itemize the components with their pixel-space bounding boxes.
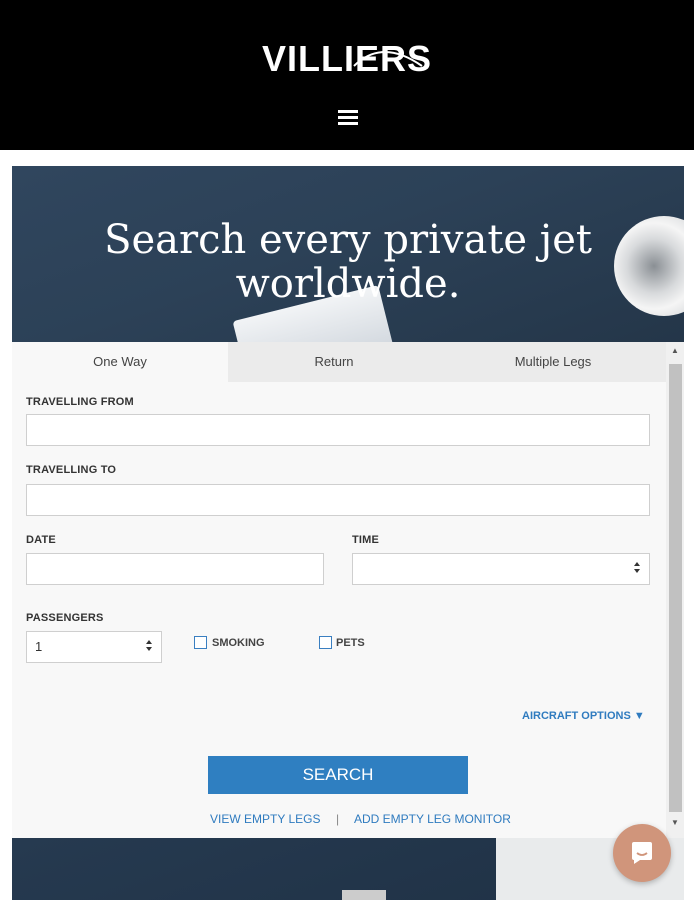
hero-title-line-1: Search every private jet xyxy=(104,217,592,263)
bottom-hero-image xyxy=(12,838,684,900)
smoking-label[interactable]: SMOKING xyxy=(212,637,265,649)
travelling-from-input[interactable] xyxy=(26,414,650,446)
hero-banner: Search every private jet worldwide. xyxy=(12,166,684,342)
travelling-from-label: TRAVELLING FROM xyxy=(26,396,134,408)
site-header: VILLIERS xyxy=(0,0,694,150)
pets-checkbox[interactable] xyxy=(319,636,332,649)
trip-type-tabs: One Way Return Multiple Legs xyxy=(12,342,666,382)
aircraft-options-toggle[interactable]: AIRCRAFT OPTIONS ▼ xyxy=(522,710,645,722)
search-form-panel: One Way Return Multiple Legs ▲ ▼ TRAVELL… xyxy=(12,342,684,838)
scrollbar[interactable]: ▲ ▼ xyxy=(666,342,684,838)
scroll-up-arrow-icon[interactable]: ▲ xyxy=(666,346,684,358)
date-input[interactable] xyxy=(26,553,324,585)
chat-launcher-button[interactable] xyxy=(613,824,671,882)
chat-bubble-icon xyxy=(632,842,652,864)
select-arrows-icon xyxy=(633,562,641,576)
date-label: DATE xyxy=(26,534,56,546)
scrollbar-thumb[interactable] xyxy=(669,364,682,812)
hero-title-line-2: worldwide. xyxy=(235,261,461,307)
time-label: TIME xyxy=(352,534,380,546)
time-select[interactable] xyxy=(352,553,650,585)
passengers-select[interactable]: 1 xyxy=(26,631,162,663)
tab-return[interactable]: Return xyxy=(228,342,440,382)
link-separator: | xyxy=(336,812,340,826)
passengers-label: PASSENGERS xyxy=(26,612,104,624)
view-empty-legs-link[interactable]: VIEW EMPTY LEGS xyxy=(210,812,320,826)
jet-window-image xyxy=(342,890,386,900)
select-arrows-icon xyxy=(145,640,153,654)
logo-swoosh-icon xyxy=(353,51,423,67)
search-button[interactable]: SEARCH xyxy=(208,756,468,794)
smoking-checkbox[interactable] xyxy=(194,636,207,649)
travelling-to-label: TRAVELLING TO xyxy=(26,464,117,476)
travelling-to-input[interactable] xyxy=(26,484,650,516)
villiers-logo[interactable]: VILLIERS xyxy=(0,38,694,80)
pets-label[interactable]: PETS xyxy=(336,637,365,649)
scroll-down-arrow-icon[interactable]: ▼ xyxy=(666,818,684,830)
hamburger-menu-icon[interactable] xyxy=(338,110,358,126)
hero-title: Search every private jet worldwide. xyxy=(12,218,684,306)
tab-multiple-legs[interactable]: Multiple Legs xyxy=(440,342,666,382)
add-empty-leg-monitor-link[interactable]: ADD EMPTY LEG MONITOR xyxy=(354,812,511,826)
passengers-select-value: 1 xyxy=(35,639,43,654)
tab-one-way[interactable]: One Way xyxy=(12,342,228,382)
